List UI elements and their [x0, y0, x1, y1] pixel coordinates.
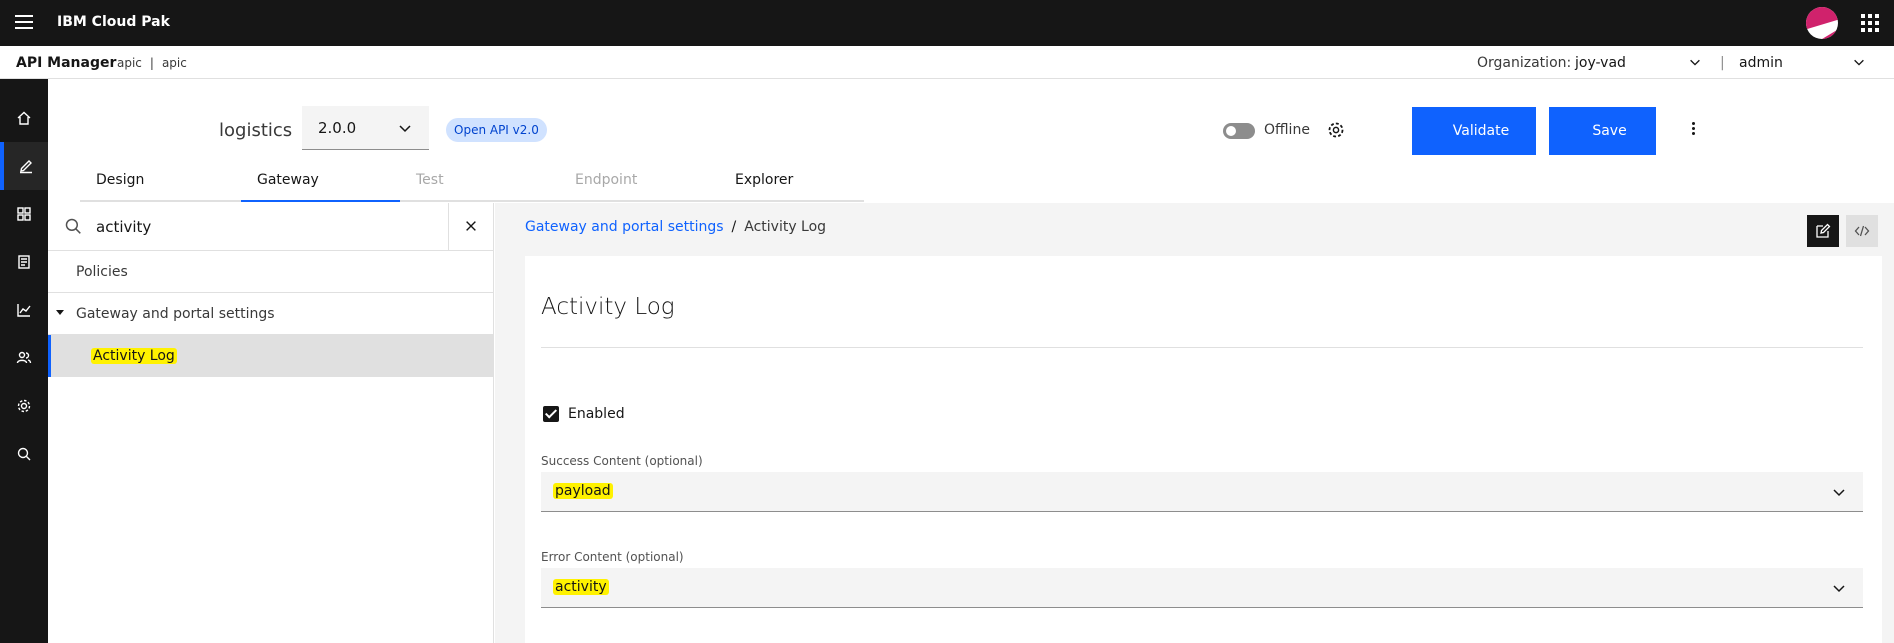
- users-icon: [16, 351, 32, 364]
- context-bar: API Manager apic | apic Organization: joy-…: [0, 46, 1894, 79]
- caret-down-icon[interactable]: [56, 310, 64, 315]
- tree-item-label: Policies: [76, 264, 128, 280]
- error-content-value: activity: [553, 579, 609, 595]
- save-button[interactable]: Save: [1549, 107, 1656, 155]
- user-avatar-icon[interactable]: [1806, 7, 1838, 39]
- brand-name: IBM Cloud Pak: [57, 14, 170, 30]
- navigation-panel: activity Policies Gateway and portal set…: [48, 203, 494, 643]
- nav-search[interactable]: [0, 430, 48, 478]
- search-icon: [17, 447, 31, 461]
- enabled-checkbox[interactable]: [543, 406, 559, 422]
- app-switcher-icon[interactable]: [1861, 14, 1879, 32]
- nav-members[interactable]: [0, 334, 48, 382]
- tree-item-label: Gateway and portal settings: [76, 306, 275, 322]
- code-icon: [1854, 225, 1870, 237]
- nav-manage[interactable]: [0, 190, 48, 238]
- breadcrumb-parent-link[interactable]: Gateway and portal settings: [525, 219, 724, 235]
- crumb-separator: |: [149, 56, 154, 70]
- organization-label: Organization:: [1477, 55, 1572, 71]
- success-content-label: Success Content (optional): [541, 454, 703, 468]
- breadcrumb-current: Activity Log: [744, 219, 827, 235]
- nav-documents[interactable]: [0, 238, 48, 286]
- header-divider: |: [1720, 55, 1725, 71]
- apps-icon: [17, 207, 31, 221]
- success-content-select[interactable]: payload: [541, 472, 1863, 512]
- breadcrumb: Gateway and portal settings / Activity Log: [525, 219, 826, 235]
- chevron-down-icon: [1833, 489, 1845, 497]
- openapi-version-tag: Open API v2.0: [446, 118, 547, 142]
- chevron-down-icon[interactable]: [1688, 55, 1702, 69]
- gear-icon[interactable]: [1327, 121, 1345, 139]
- home-icon: [17, 111, 31, 125]
- tree-item-gateway-settings[interactable]: Gateway and portal settings: [48, 293, 494, 335]
- document-icon: [18, 255, 30, 269]
- success-content-value: payload: [553, 483, 613, 499]
- nav-home[interactable]: [0, 94, 48, 142]
- chevron-down-icon: [399, 125, 411, 133]
- tab-design[interactable]: Design: [80, 172, 241, 202]
- user-select[interactable]: admin: [1739, 55, 1783, 71]
- chevron-down-icon[interactable]: [1852, 55, 1866, 69]
- search-icon: [65, 218, 81, 234]
- nav-rail: [0, 79, 48, 643]
- search-box: activity: [48, 203, 494, 251]
- activity-log-card: Activity Log Enabled Success Content (op…: [525, 256, 1882, 643]
- version-select[interactable]: 2.0.0: [302, 106, 429, 150]
- edit-icon: [20, 160, 32, 174]
- search-input[interactable]: activity: [96, 218, 151, 236]
- analytics-icon: [17, 304, 31, 317]
- offline-toggle[interactable]: [1223, 123, 1255, 139]
- form-editor-button[interactable]: [1807, 215, 1839, 247]
- context-breadcrumb: apic | apic: [117, 56, 187, 70]
- section-divider: [541, 347, 1863, 348]
- edit-icon: [1816, 223, 1831, 238]
- top-bar: IBM Cloud Pak: [0, 0, 1894, 46]
- source-editor-button[interactable]: [1846, 215, 1878, 247]
- close-icon: [466, 221, 476, 231]
- offline-label: Offline: [1264, 122, 1310, 138]
- editor-area: Gateway and portal settings / Activity Log…: [495, 203, 1894, 643]
- crumb-catalog[interactable]: apic: [162, 56, 187, 70]
- nav-settings[interactable]: [0, 382, 48, 430]
- tree-item-policies[interactable]: Policies: [48, 251, 494, 293]
- crumb-provider-org[interactable]: apic: [117, 56, 142, 70]
- tab-test: Test: [400, 172, 559, 202]
- nav-analytics[interactable]: [0, 286, 48, 334]
- tab-gateway[interactable]: Gateway: [241, 172, 400, 202]
- tab-endpoint: Endpoint: [559, 172, 719, 202]
- app-name: API Manager: [16, 55, 117, 71]
- tree-item-activity-log[interactable]: Activity Log: [48, 335, 494, 377]
- version-value: 2.0.0: [318, 119, 357, 137]
- menu-icon[interactable]: [15, 15, 33, 31]
- overflow-menu-icon[interactable]: [1692, 122, 1696, 137]
- settings-icon: [17, 399, 31, 413]
- breadcrumb-separator: /: [731, 219, 737, 235]
- chevron-down-icon: [1833, 585, 1845, 593]
- clear-search-button[interactable]: [448, 203, 494, 251]
- tree-item-label: Activity Log: [91, 348, 177, 364]
- error-content-select[interactable]: activity: [541, 568, 1863, 608]
- api-title: logistics: [219, 120, 293, 141]
- nav-develop[interactable]: [0, 142, 48, 190]
- validate-button[interactable]: Validate: [1412, 107, 1536, 155]
- tab-explorer[interactable]: Explorer: [719, 172, 864, 202]
- section-title: Activity Log: [541, 294, 675, 320]
- enabled-label[interactable]: Enabled: [568, 406, 625, 422]
- organization-select[interactable]: joy-vad: [1575, 55, 1626, 71]
- error-content-label: Error Content (optional): [541, 550, 684, 564]
